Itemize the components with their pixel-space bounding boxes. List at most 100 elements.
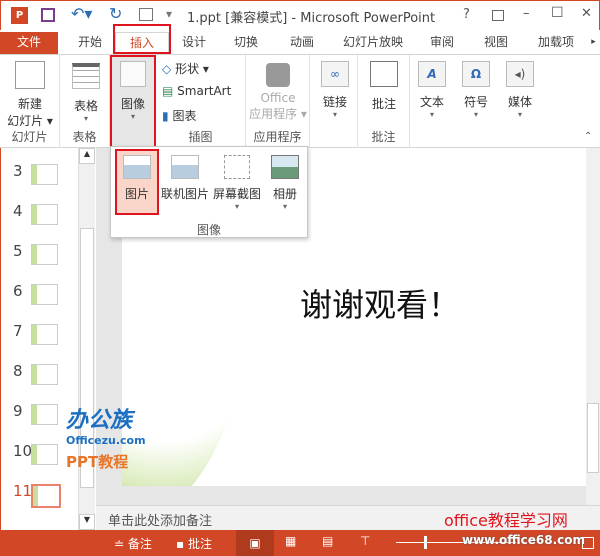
slide-thumbnails-panel: 3 4 5 6 7 8 9 10 11 ▲ ▼ xyxy=(0,148,96,530)
tab-design[interactable]: 设计 xyxy=(172,32,216,54)
slide-thumbnail[interactable] xyxy=(31,164,58,185)
text-button[interactable]: A 文本 ▾ xyxy=(416,61,448,119)
tab-animations[interactable]: 动画 xyxy=(280,32,324,54)
group-text: A 文本 ▾ xyxy=(410,55,454,148)
comment-button[interactable]: 批注 xyxy=(366,61,402,112)
images-dropdown: 图片 联机图片 屏幕截图 ▾ 相册 ▾ 图像 xyxy=(110,146,308,238)
slide-thumbnail[interactable] xyxy=(31,444,58,465)
notes-toggle[interactable]: ≐ 备注 xyxy=(114,535,152,552)
slide-number: 3 xyxy=(13,162,23,180)
media-button[interactable]: ◂) 媒体 ▾ xyxy=(504,61,536,119)
ribbon-display-icon[interactable] xyxy=(492,10,504,21)
url-watermark: www.office68.com xyxy=(462,533,586,547)
chart-button[interactable]: ▮ 图表 xyxy=(162,107,196,124)
ribbon: 新建 幻灯片 ▾ 幻灯片 表格 ▾ 表格 图像 ▾ ◇ 形状 ▾ ▤ SmartAr… xyxy=(0,54,600,149)
slide-number: 6 xyxy=(13,282,23,300)
tab-slideshow[interactable]: 幻灯片放映 xyxy=(338,32,408,54)
slide-number: 7 xyxy=(13,322,23,340)
group-table: 表格 ▾ 表格 xyxy=(60,55,110,148)
collapse-ribbon-icon[interactable]: ⌃ xyxy=(584,131,592,142)
online-pictures-button[interactable]: 联机图片 xyxy=(159,151,211,202)
group-comments: 批注 批注 xyxy=(358,55,410,148)
slide-thumbnail[interactable] xyxy=(31,284,58,305)
normal-view-button[interactable]: ▣ xyxy=(236,530,274,556)
slide-thumbnail[interactable] xyxy=(31,324,58,345)
photo-album-icon xyxy=(271,155,299,179)
slide-title-text[interactable]: 谢谢观看！ xyxy=(300,280,460,326)
group-links: ∞ 链接 ▾ xyxy=(310,55,358,148)
slide-sorter-button[interactable]: ▦ xyxy=(285,534,296,548)
group-slides: 新建 幻灯片 ▾ 幻灯片 xyxy=(0,55,60,148)
chart-icon: ▮ xyxy=(162,109,169,123)
notes-placeholder[interactable]: 单击此处添加备注 xyxy=(108,510,212,529)
camera-icon xyxy=(224,155,250,179)
speaker-icon: ◂) xyxy=(506,61,534,87)
shapes-button[interactable]: ◇ 形状 ▾ xyxy=(162,60,209,77)
minimize-button[interactable]: – xyxy=(523,6,530,21)
comments-toggle[interactable]: ▪ 批注 xyxy=(176,535,212,552)
fit-to-window-icon[interactable] xyxy=(582,537,594,549)
slide-number: 8 xyxy=(13,362,23,380)
editor-scrollbar[interactable] xyxy=(586,148,600,505)
status-bar: ≐ 备注 ▪ 批注 ▣ ▦ ▤ ⊤ www.office68.com xyxy=(0,530,600,556)
tab-file[interactable]: 文件 xyxy=(0,32,58,54)
links-button[interactable]: ∞ 链接 ▾ xyxy=(320,61,350,119)
shapes-icon: ◇ xyxy=(162,62,172,76)
slide-thumbnail[interactable] xyxy=(31,484,61,508)
omega-icon: Ω xyxy=(462,61,490,87)
notes-pane[interactable]: 单击此处添加备注 office教程学习网 xyxy=(96,505,600,530)
officezu-watermark-logo: 办公族 Officezu.com PPT教程 xyxy=(66,408,146,471)
smartart-button[interactable]: ▤ SmartArt xyxy=(162,84,231,98)
customize-toolbar-icon[interactable]: ▾ xyxy=(166,7,172,21)
ribbon-tabs: 文件 开始 插入 设计 切换 动画 幻灯片放映 审阅 视图 加载项 ▸ xyxy=(0,24,600,54)
tab-addins[interactable]: 加载项 xyxy=(528,32,584,54)
powerpoint-logo-icon: P xyxy=(11,7,28,24)
dropdown-group-label: 图像 xyxy=(196,223,221,237)
smartart-icon: ▤ xyxy=(162,84,174,98)
screenshot-button[interactable]: 屏幕截图 ▾ xyxy=(211,151,263,211)
reading-view-button[interactable]: ▤ xyxy=(322,534,333,548)
online-pictures-icon xyxy=(171,155,199,179)
close-button[interactable]: ✕ xyxy=(581,6,592,21)
maximize-button[interactable]: ☐ xyxy=(551,5,564,21)
comment-icon xyxy=(370,61,398,87)
slide-number: 5 xyxy=(13,242,23,260)
save-icon[interactable] xyxy=(41,8,55,22)
new-slide-button[interactable]: 新建 幻灯片 ▾ xyxy=(4,61,56,129)
symbols-button[interactable]: Ω 符号 ▾ xyxy=(460,61,492,119)
slide-number: 11 xyxy=(13,482,33,500)
office-apps-icon xyxy=(266,63,290,87)
slide-thumbnail[interactable] xyxy=(31,244,58,265)
slideshow-view-button[interactable]: ⊤ xyxy=(360,534,370,548)
redo-icon[interactable]: ↻ xyxy=(109,4,122,23)
group-apps: Office 应用程序 ▾ 应用程序 xyxy=(246,55,310,148)
office-apps-button[interactable]: Office 应用程序 ▾ xyxy=(248,63,308,122)
link-icon: ∞ xyxy=(321,61,349,87)
table-button[interactable]: 表格 ▾ xyxy=(66,63,106,123)
slide-thumbnail[interactable] xyxy=(31,404,58,425)
tabs-scroll-right[interactable]: ▸ xyxy=(587,32,600,54)
help-button[interactable]: ? xyxy=(463,7,470,22)
group-illustrations: ◇ 形状 ▾ ▤ SmartArt ▮ 图表 插图 xyxy=(156,55,246,148)
text-icon: A xyxy=(418,61,446,87)
table-icon xyxy=(72,63,100,89)
group-symbols: Ω 符号 ▾ xyxy=(454,55,498,148)
slide-thumbnail[interactable] xyxy=(31,204,58,225)
slide-thumbnail[interactable] xyxy=(31,364,58,385)
photo-album-button[interactable]: 相册 ▾ xyxy=(263,151,307,211)
tab-view[interactable]: 视图 xyxy=(474,32,518,54)
scroll-thumb[interactable] xyxy=(587,403,599,473)
site-watermark: office教程学习网 xyxy=(444,511,568,530)
window-title: 1.ppt [兼容模式] - Microsoft PowerPoint xyxy=(187,11,436,26)
thumbnail-scrollbar[interactable]: ▲ ▼ xyxy=(78,148,95,530)
title-bar: P ↶▾ ↻ ▾ 1.ppt [兼容模式] - Microsoft PowerP… xyxy=(0,0,600,30)
tab-transitions[interactable]: 切换 xyxy=(224,32,268,54)
slideshow-icon[interactable] xyxy=(139,8,153,21)
scroll-down-icon[interactable]: ▼ xyxy=(79,514,95,530)
slide-number: 4 xyxy=(13,202,23,220)
scroll-up-icon[interactable]: ▲ xyxy=(79,148,95,164)
tab-home[interactable]: 开始 xyxy=(65,32,115,54)
tab-review[interactable]: 审阅 xyxy=(420,32,464,54)
slide-number: 9 xyxy=(13,402,23,420)
undo-icon[interactable]: ↶▾ xyxy=(71,4,92,23)
